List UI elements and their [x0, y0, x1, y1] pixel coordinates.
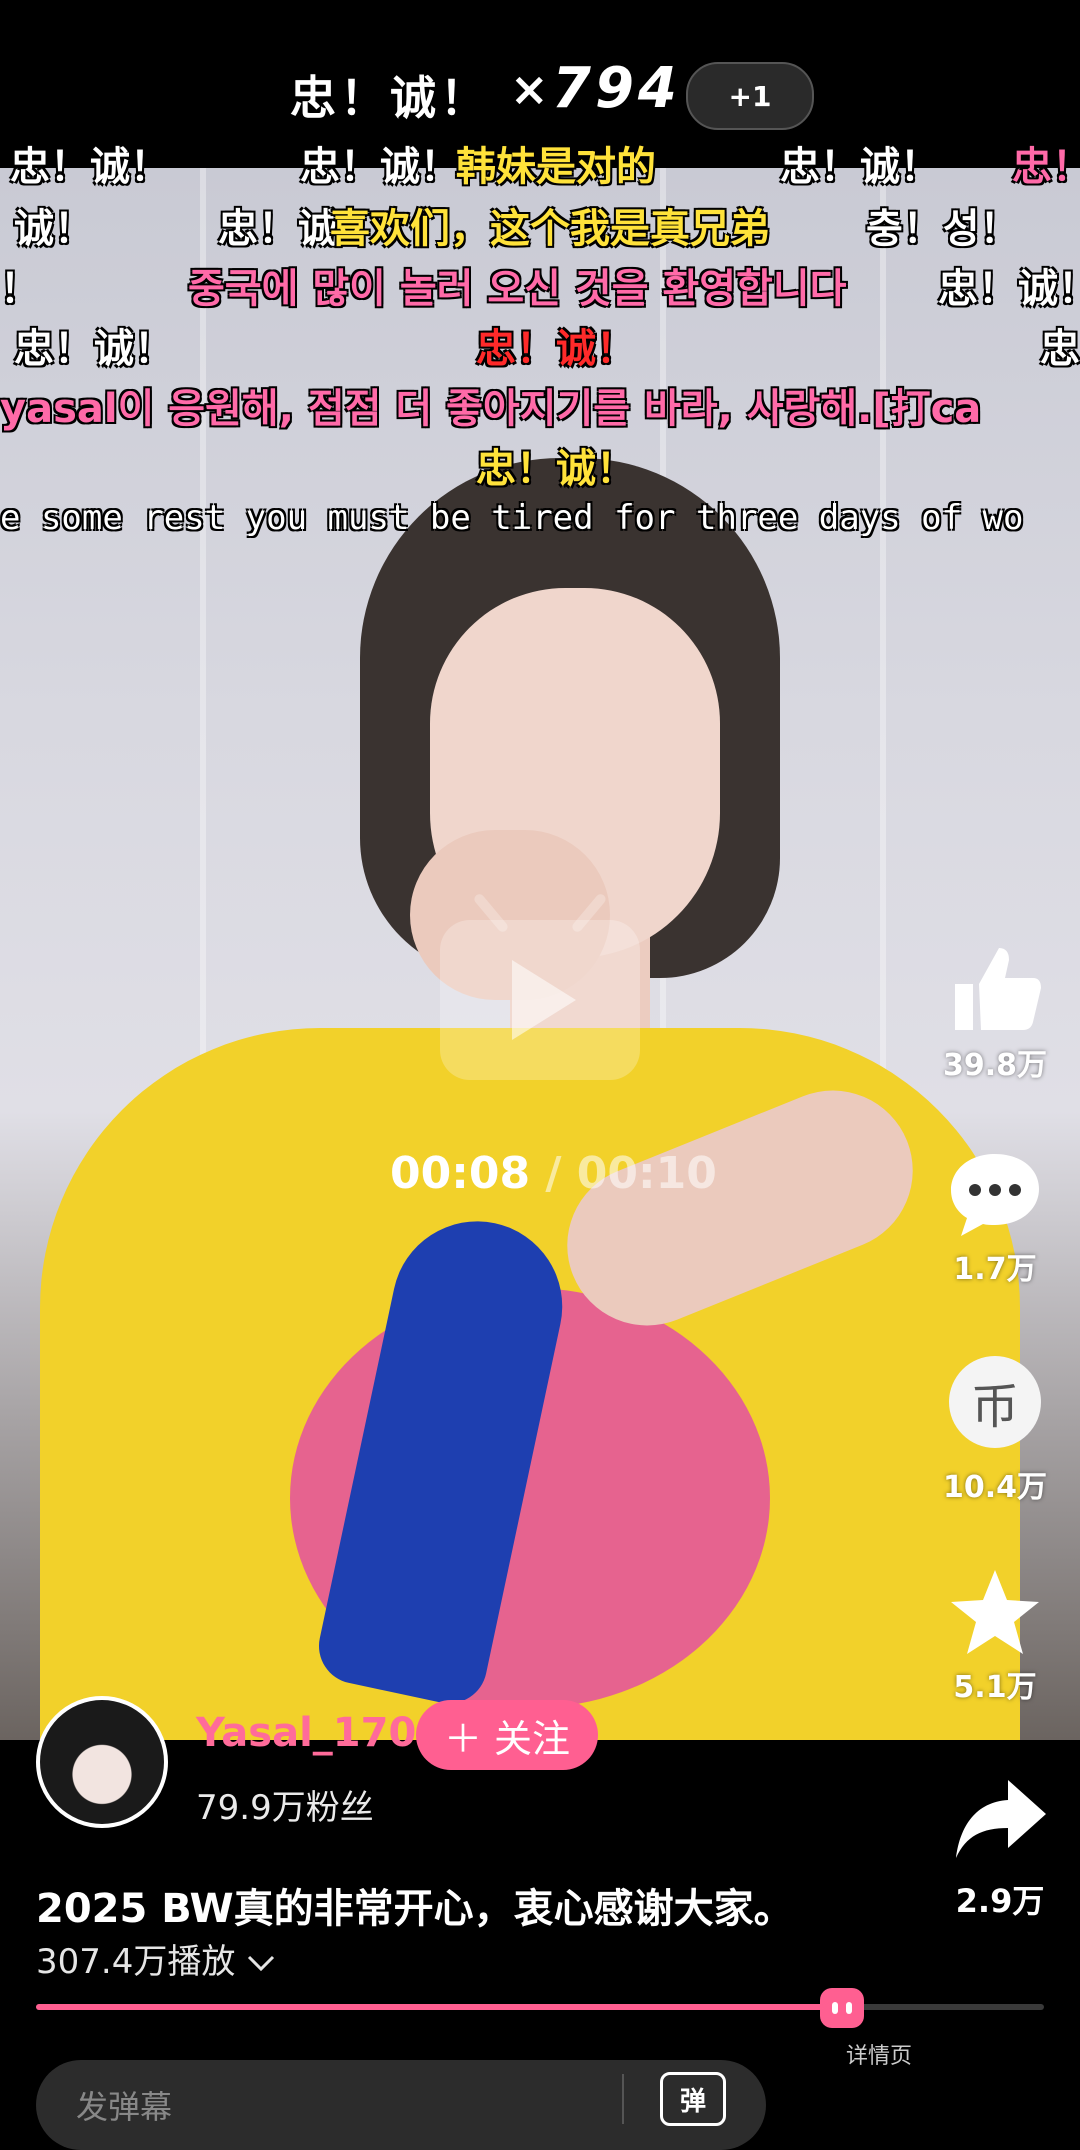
danmaku-item: 忠！诚！	[10, 144, 170, 190]
coin-icon: 币	[949, 1356, 1041, 1448]
playback-time: 00:08 / 00:10	[390, 1148, 717, 1199]
danmaku-item: yasal이 응원해, 점점 더 좋아지기를 바라, 사랑해.[打ca	[0, 386, 982, 432]
danmaku-item: 忠！诚！	[780, 144, 940, 190]
author-name[interactable]: Yasal_170	[196, 1710, 416, 1756]
current-time: 00:08	[390, 1148, 531, 1199]
plus-one-icon: +1	[728, 79, 772, 113]
like-button[interactable]: 39.8万	[940, 940, 1050, 1084]
progress-thumb-label: 详情页	[846, 2044, 913, 2069]
play-count-text: 307.4万播放	[36, 1942, 236, 1982]
danmaku-input-placeholder: 发弹幕	[76, 2088, 173, 2126]
fan-count: 79.9万粉丝	[196, 1788, 374, 1828]
danmaku-item: 韩妹是对的	[456, 144, 656, 190]
comment-button[interactable]: 1.7万	[940, 1150, 1050, 1288]
danmaku-item: 忠！诚！	[938, 266, 1080, 312]
follow-button[interactable]: ＋ 关注	[416, 1700, 598, 1770]
favorite-count: 5.1万	[953, 1670, 1037, 1705]
author-avatar[interactable]	[36, 1696, 168, 1828]
input-divider	[622, 2074, 624, 2124]
time-separator: /	[530, 1148, 577, 1199]
share-icon	[956, 1780, 1046, 1858]
danmaku-item: 忠！诚！	[476, 446, 636, 492]
combo-count: 794	[552, 56, 681, 121]
play-icon	[512, 960, 576, 1040]
danmaku-item: 忠	[1040, 326, 1080, 372]
favorite-icon	[951, 1570, 1039, 1654]
progress-fill	[36, 2004, 842, 2010]
comment-count: 1.7万	[953, 1252, 1037, 1287]
danmaku-item: 忠！诚！	[14, 326, 174, 372]
play-count[interactable]: 307.4万播放	[36, 1934, 276, 1983]
video-title: 2025 BW真的非常开心，衷心感谢大家。	[36, 1886, 794, 1932]
danmaku-item: e some rest you must be tired for three …	[0, 498, 1024, 538]
coin-button[interactable]: 币 10.4万	[940, 1356, 1050, 1506]
combo-text: 忠！诚！	[290, 71, 490, 125]
danmaku-item: 诚！	[14, 206, 94, 252]
danmaku-item: 중국에 많이 놀러 오신 것을 환영합니다	[188, 266, 847, 312]
danmaku-item: 喜欢们，这个我是真兄弟	[330, 206, 770, 252]
like-count: 39.8万	[942, 1048, 1048, 1083]
share-button[interactable]: 2.9万	[940, 1776, 1060, 1922]
progress-thumb[interactable]	[820, 1988, 864, 2028]
danmaku-item: 忠！诚！	[476, 326, 636, 372]
favorite-button[interactable]: 5.1万	[940, 1566, 1050, 1706]
danmaku-item: 忠！诚！	[300, 144, 460, 190]
danmaku-settings-button[interactable]: 弹	[660, 2072, 726, 2126]
comment-icon	[951, 1154, 1039, 1236]
danmaku-item: ！	[0, 266, 40, 312]
combo-multiplier: ×	[510, 62, 549, 116]
like-icon	[955, 948, 1041, 1030]
danmaku-item: 忠！诚	[218, 206, 338, 252]
coin-count: 10.4万	[942, 1470, 1048, 1505]
chevron-down-icon	[248, 1955, 275, 1972]
danmaku-item: 忠！	[1012, 144, 1080, 190]
total-time: 00:10	[576, 1148, 717, 1199]
combo-plus-one-button[interactable]: +1	[686, 62, 814, 130]
share-count: 2.9万	[955, 1882, 1045, 1920]
danmaku-item: 충！성！	[866, 206, 1020, 252]
